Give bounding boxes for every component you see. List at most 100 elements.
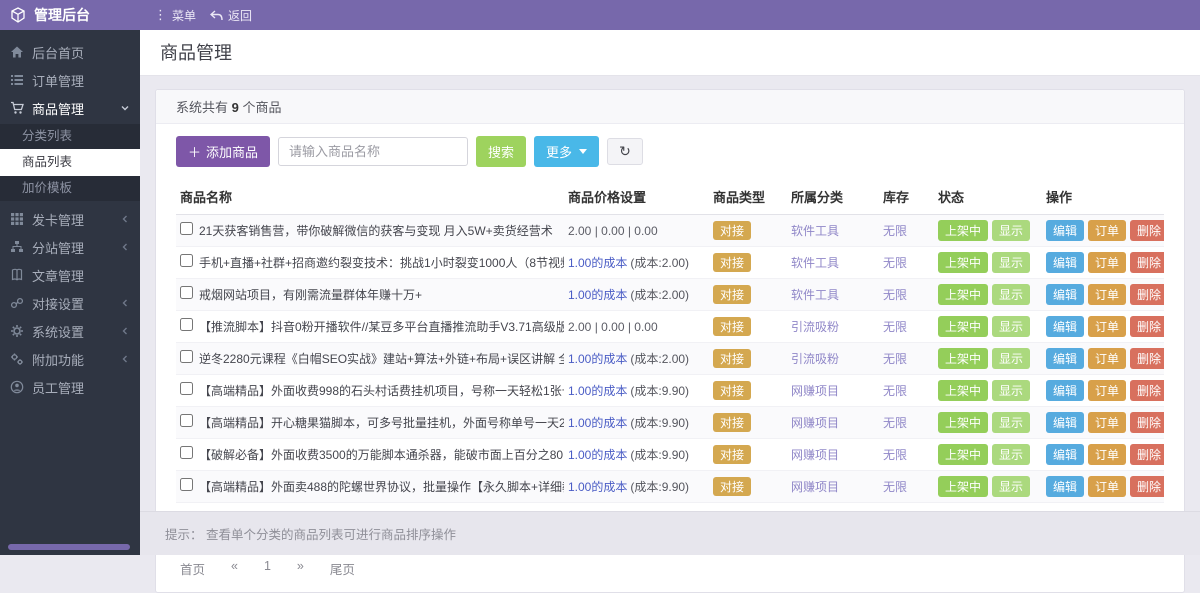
status-on-button[interactable]: 上架中 [938, 220, 988, 241]
delete-button[interactable]: 删除 [1130, 444, 1164, 465]
product-name-link[interactable]: 【推流脚本】抖音0粉开播软件//某豆多平台直播推流助手V3.71高级版【破解永久… [199, 320, 564, 334]
price-link[interactable]: 1.00的成本 [568, 448, 627, 462]
category-link[interactable]: 引流吸粉 [791, 320, 839, 334]
horizontal-scrollbar-thumb[interactable] [8, 544, 130, 550]
row-checkbox[interactable] [180, 446, 193, 459]
status-show-button[interactable]: 显示 [992, 444, 1030, 465]
product-name-link[interactable]: 21天获客销售营，带你破解微信的获客与变现 月入5W+卖货经营术 [199, 224, 553, 238]
row-checkbox[interactable] [180, 318, 193, 331]
order-button[interactable]: 订单 [1088, 444, 1126, 465]
status-show-button[interactable]: 显示 [992, 380, 1030, 401]
status-show-button[interactable]: 显示 [992, 476, 1030, 497]
sidebar-item-substation[interactable]: 分站管理 [0, 233, 140, 261]
edit-button[interactable]: 编辑 [1046, 316, 1084, 337]
price-link[interactable]: 1.00的成本 [568, 256, 627, 270]
edit-button[interactable]: 编辑 [1046, 252, 1084, 273]
product-name-link[interactable]: 【高端精品】开心糖果猫脚本，可多号批量挂机，外面号称单号一天20【挂机脚本+教程… [199, 416, 564, 430]
order-button[interactable]: 订单 [1088, 380, 1126, 401]
category-link[interactable]: 网赚项目 [791, 448, 839, 462]
sidebar-item-product-list[interactable]: 商品列表 [0, 149, 140, 176]
edit-button[interactable]: 编辑 [1046, 220, 1084, 241]
edit-button[interactable]: 编辑 [1046, 412, 1084, 433]
app-logo[interactable]: 管理后台 [0, 5, 140, 25]
status-on-button[interactable]: 上架中 [938, 380, 988, 401]
order-button[interactable]: 订单 [1088, 412, 1126, 433]
edit-button[interactable]: 编辑 [1046, 476, 1084, 497]
menu-toggle-button[interactable]: ⋮ 菜单 [154, 7, 196, 24]
status-on-button[interactable]: 上架中 [938, 444, 988, 465]
price-link[interactable]: 1.00的成本 [568, 288, 627, 302]
edit-button[interactable]: 编辑 [1046, 348, 1084, 369]
add-product-button[interactable]: ＋ 添加商品 [176, 136, 270, 167]
sidebar-item-articles[interactable]: 文章管理 [0, 261, 140, 289]
row-checkbox[interactable] [180, 350, 193, 363]
row-checkbox[interactable] [180, 286, 193, 299]
category-link[interactable]: 网赚项目 [791, 480, 839, 494]
status-on-button[interactable]: 上架中 [938, 284, 988, 305]
edit-button[interactable]: 编辑 [1046, 444, 1084, 465]
status-show-button[interactable]: 显示 [992, 348, 1030, 369]
sidebar-item-category-list[interactable]: 分类列表 [0, 124, 140, 149]
order-button[interactable]: 订单 [1088, 476, 1126, 497]
sidebar-item-staff[interactable]: 员工管理 [0, 373, 140, 401]
order-button[interactable]: 订单 [1088, 348, 1126, 369]
row-checkbox[interactable] [180, 478, 193, 491]
price-link[interactable]: 1.00的成本 [568, 480, 627, 494]
sidebar-item-markup-template[interactable]: 加价模板 [0, 176, 140, 201]
order-button[interactable]: 订单 [1088, 220, 1126, 241]
status-show-button[interactable]: 显示 [992, 284, 1030, 305]
sidebar-item-system-settings[interactable]: 系统设置 [0, 317, 140, 345]
sidebar-item-dashboard[interactable]: 后台首页 [0, 38, 140, 66]
product-name-link[interactable]: 【高端精品】外面收费998的石头村话费挂机项目，号称一天轻松1张卡【挂机脚本+详… [199, 384, 564, 398]
category-link[interactable]: 网赚项目 [791, 384, 839, 398]
status-on-button[interactable]: 上架中 [938, 412, 988, 433]
category-link[interactable]: 软件工具 [791, 288, 839, 302]
delete-button[interactable]: 删除 [1130, 284, 1164, 305]
page-current[interactable]: 1 [264, 559, 271, 578]
row-checkbox[interactable] [180, 222, 193, 235]
page-next[interactable]: » [297, 559, 304, 578]
product-name-link[interactable]: 手机+直播+社群+招商邀约裂变技术：挑战1小时裂变1000人（8节视频教程） [199, 256, 564, 270]
delete-button[interactable]: 删除 [1130, 380, 1164, 401]
status-show-button[interactable]: 显示 [992, 316, 1030, 337]
product-name-link[interactable]: 戒烟网站项目，有刚需流量群体年赚十万+ [199, 288, 422, 302]
back-button[interactable]: 返回 [210, 7, 252, 24]
sidebar-item-orders[interactable]: 订单管理 [0, 66, 140, 94]
status-show-button[interactable]: 显示 [992, 220, 1030, 241]
category-link[interactable]: 软件工具 [791, 224, 839, 238]
page-first[interactable]: 首页 [180, 559, 205, 578]
status-show-button[interactable]: 显示 [992, 252, 1030, 273]
delete-button[interactable]: 删除 [1130, 476, 1164, 497]
delete-button[interactable]: 删除 [1130, 252, 1164, 273]
delete-button[interactable]: 删除 [1130, 316, 1164, 337]
status-on-button[interactable]: 上架中 [938, 252, 988, 273]
order-button[interactable]: 订单 [1088, 316, 1126, 337]
page-prev[interactable]: « [231, 559, 238, 578]
status-show-button[interactable]: 显示 [992, 412, 1030, 433]
edit-button[interactable]: 编辑 [1046, 284, 1084, 305]
product-name-link[interactable]: 【破解必备】外面收费3500的万能脚本通杀器，能破市面上百分之80的脚本【脚本+… [199, 448, 564, 462]
product-name-link[interactable]: 【高端精品】外面卖488的陀螺世界协议，批量操作【永久脚本+详细教程】 [199, 480, 564, 494]
edit-button[interactable]: 编辑 [1046, 380, 1084, 401]
sidebar-item-addons[interactable]: 附加功能 [0, 345, 140, 373]
category-link[interactable]: 软件工具 [791, 256, 839, 270]
order-button[interactable]: 订单 [1088, 252, 1126, 273]
delete-button[interactable]: 删除 [1130, 412, 1164, 433]
page-last[interactable]: 尾页 [330, 559, 355, 578]
price-link[interactable]: 1.00的成本 [568, 352, 627, 366]
search-input[interactable] [278, 137, 468, 166]
order-button[interactable]: 订单 [1088, 284, 1126, 305]
row-checkbox[interactable] [180, 254, 193, 267]
sidebar-item-docking-settings[interactable]: 对接设置 [0, 289, 140, 317]
more-button[interactable]: 更多 [534, 136, 599, 167]
category-link[interactable]: 网赚项目 [791, 416, 839, 430]
delete-button[interactable]: 删除 [1130, 348, 1164, 369]
refresh-button[interactable]: ↻ [607, 138, 643, 165]
sidebar-item-products[interactable]: 商品管理 [0, 94, 140, 122]
row-checkbox[interactable] [180, 414, 193, 427]
status-on-button[interactable]: 上架中 [938, 316, 988, 337]
sidebar-item-card-management[interactable]: 发卡管理 [0, 205, 140, 233]
row-checkbox[interactable] [180, 382, 193, 395]
category-link[interactable]: 引流吸粉 [791, 352, 839, 366]
search-button[interactable]: 搜索 [476, 136, 526, 167]
